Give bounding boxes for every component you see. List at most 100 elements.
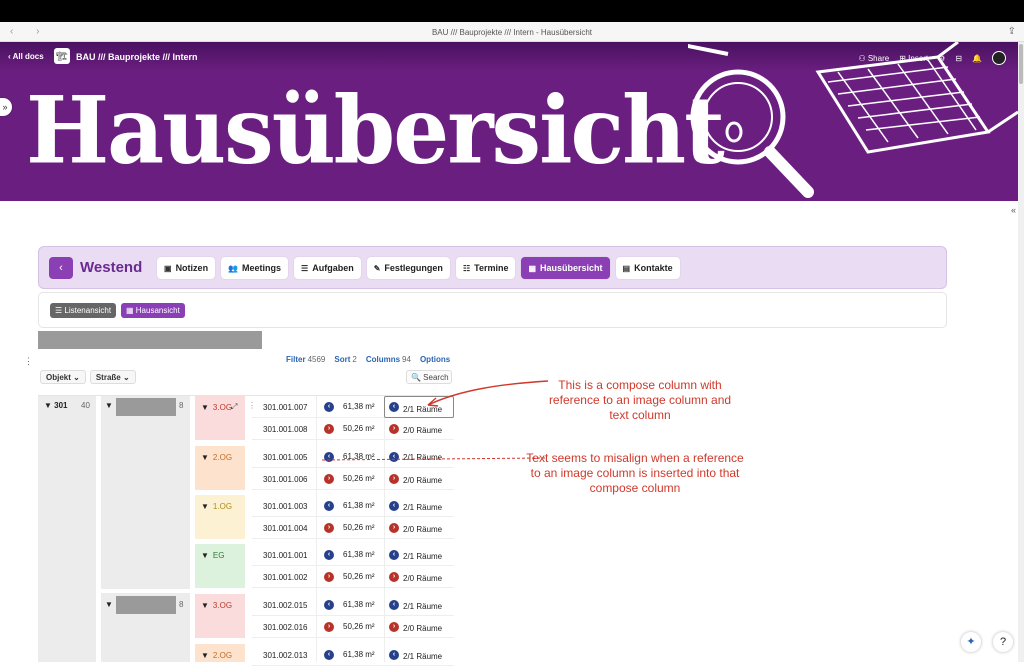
direction-icon: ‹: [324, 452, 334, 462]
search-input[interactable]: 🔍 Search: [406, 370, 452, 384]
unit-number: 301.001.008: [263, 425, 308, 434]
unit-rooms: 2/0 Räume: [403, 624, 443, 633]
tab-termine[interactable]: ☷ Termine: [455, 257, 516, 279]
strasse-filter[interactable]: Straße ⌄: [89, 370, 136, 384]
table-row[interactable]: 301.001.005 ‹ 61,38 m² ‹ 2/1 Räume: [252, 446, 454, 468]
table-row[interactable]: 301.001.003 ‹ 61,38 m² ‹ 2/1 Räume: [252, 495, 454, 517]
unit-rooms: 2/0 Räume: [403, 476, 443, 485]
floor-group[interactable]: ▼ 2.OG: [195, 644, 245, 662]
group-filters: Objekt ⌄ Straße ⌄: [40, 370, 136, 384]
browser-share-icon[interactable]: ⇪: [1008, 26, 1016, 37]
direction-icon: ›: [324, 622, 334, 632]
unit-number: 301.002.015: [263, 601, 308, 610]
street-group-count: 8: [179, 600, 184, 609]
floor-label: 1.OG: [212, 502, 233, 511]
table-toolbar: Filter 4569 Sort 2 Columns 94 Options: [286, 355, 450, 364]
all-docs-link[interactable]: ‹ All docs: [8, 52, 44, 61]
objekt-group-label[interactable]: ▼ 301: [44, 401, 68, 410]
page-banner: ‹ All docs 🏗 BAU /// Bauprojekte /// Int…: [0, 42, 1018, 201]
table-row[interactable]: 301.001.008 › 50,26 m² › 2/0 Räume: [252, 418, 454, 440]
unit-number: 301.001.001: [263, 551, 308, 560]
tab-notizen[interactable]: ▣ Notizen: [157, 257, 216, 279]
tab-label: Kontakte: [634, 263, 673, 273]
direction-icon: ‹: [324, 501, 334, 511]
sort-label: Sort: [334, 355, 351, 364]
expand-row-icon[interactable]: ⤢: [231, 402, 237, 412]
unit-number: 301.001.004: [263, 524, 308, 533]
unit-rooms: 2/0 Räume: [403, 426, 443, 435]
unit-area: 50,26 m²: [343, 572, 375, 581]
more-options-icon[interactable]: ⋮: [24, 356, 33, 367]
direction-icon: ‹: [389, 600, 399, 610]
people-icon: 👥: [228, 264, 239, 273]
street-group-caret[interactable]: ▼: [105, 401, 113, 410]
floor-group[interactable]: ▼ 2.OG: [195, 446, 245, 490]
scrollbar-thumb[interactable]: [1019, 44, 1023, 84]
floor-group[interactable]: ▼ EG: [195, 544, 245, 588]
street-group-caret[interactable]: ▼: [105, 600, 113, 609]
list-view-button[interactable]: ☰ Listenansicht: [50, 303, 117, 318]
section-navbar: ‹ Westend ▣ Notizen 👥 Meetings ☰ Aufgaben ✎…: [38, 246, 947, 289]
redacted-street-name: [116, 398, 176, 416]
ai-assistant-button[interactable]: ✦: [961, 632, 981, 652]
doc-logo-icon[interactable]: 🏗: [54, 48, 70, 64]
sort-button[interactable]: Sort 2: [334, 355, 356, 364]
table-row[interactable]: 301.002.013 ‹ 61,38 m² ‹ 2/1 Räume: [252, 644, 454, 666]
table-row[interactable]: 301.001.004 › 50,26 m² › 2/0 Räume: [252, 517, 454, 539]
table-row[interactable]: 301.001.001 ‹ 61,38 m² ‹ 2/1 Räume: [252, 544, 454, 566]
unit-rooms: 2/1 Räume: [403, 503, 443, 512]
filter-button[interactable]: Filter 4569: [286, 355, 325, 364]
unit-rooms: 2/1 Räume: [403, 652, 443, 661]
columns-count: 94: [402, 355, 411, 364]
tab-meetings[interactable]: 👥 Meetings: [221, 257, 289, 279]
help-button[interactable]: ?: [993, 632, 1013, 652]
tab-kontakte[interactable]: ▤ Kontakte: [615, 257, 680, 279]
options-button[interactable]: Options: [420, 355, 450, 364]
table-row[interactable]: 301.001.006 › 50,26 m² › 2/0 Räume: [252, 468, 454, 490]
objekt-filter[interactable]: Objekt ⌄: [40, 370, 86, 384]
unit-area: 61,38 m²: [343, 650, 375, 659]
columns-button[interactable]: Columns 94: [366, 355, 411, 364]
doc-title: BAU /// Bauprojekte /// Intern: [76, 52, 198, 62]
page-scrollbar[interactable]: [1018, 42, 1024, 662]
unit-area: 50,26 m²: [343, 424, 375, 433]
filter-count: 4569: [307, 355, 326, 364]
tab-aufgaben[interactable]: ☰ Aufgaben: [294, 257, 361, 279]
direction-icon: ›: [324, 474, 334, 484]
calendar-icon: ☷: [462, 264, 471, 273]
floor-label: EG: [212, 551, 225, 560]
window-title: BAU /// Bauprojekte /// Intern - Hausübe…: [431, 28, 593, 37]
floor-group[interactable]: ▼ 3.OG: [195, 396, 245, 440]
table-row[interactable]: 301.001.002 › 50,26 m² › 2/0 Räume: [252, 566, 454, 588]
unit-number: 301.002.016: [263, 623, 308, 632]
back-button[interactable]: ‹: [49, 257, 73, 279]
unit-rooms: 2/1 Räume: [403, 552, 443, 561]
annotation-misalign: Text seems to misalign when a reference …: [526, 451, 744, 495]
direction-icon: ‹: [324, 402, 334, 412]
unit-area: 61,38 m²: [343, 402, 375, 411]
tab-label: Hausübersicht: [540, 263, 603, 273]
direction-icon: ›: [389, 572, 399, 582]
banner-heading: Hausübersicht: [26, 75, 725, 185]
direction-icon: ›: [324, 523, 334, 533]
floor-group[interactable]: ▼ 1.OG: [195, 495, 245, 539]
direction-icon: ‹: [324, 600, 334, 610]
tab-festlegungen[interactable]: ✎ Festlegungen: [366, 257, 450, 279]
direction-icon: ‹: [324, 550, 334, 560]
table-row[interactable]: 301.002.016 › 50,26 m² › 2/0 Räume: [252, 616, 454, 638]
tab-hausuebersicht[interactable]: ▦ Hausübersicht: [521, 257, 610, 279]
panel-collapse-icon[interactable]: «: [1011, 205, 1016, 215]
table-row[interactable]: 301.002.015 ‹ 61,38 m² ‹ 2/1 Räume: [252, 594, 454, 616]
unit-area: 50,26 m²: [343, 523, 375, 532]
unit-number: 301.002.013: [263, 651, 308, 660]
floor-group[interactable]: ▼ 3.OG: [195, 594, 245, 638]
floor-label: 2.OG: [212, 651, 233, 660]
house-view-button[interactable]: ▦ Hausansicht: [121, 303, 185, 318]
unit-number: 301.001.002: [263, 573, 308, 582]
selected-cell[interactable]: [384, 396, 454, 418]
unit-area: 61,38 m²: [343, 600, 375, 609]
unit-area: 50,26 m²: [343, 474, 375, 483]
unit-area: 50,26 m²: [343, 622, 375, 631]
unit-area: 61,38 m²: [343, 452, 375, 461]
notes-icon: ▣: [164, 264, 172, 273]
